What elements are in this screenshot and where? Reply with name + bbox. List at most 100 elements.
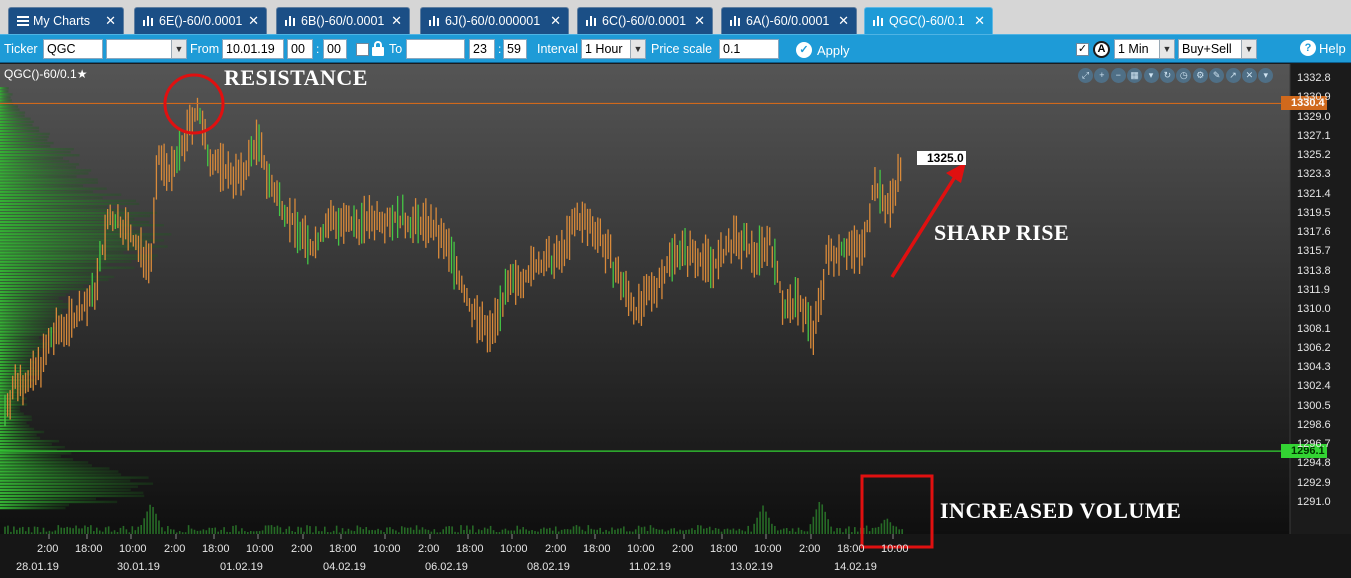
profile-bar [0, 446, 65, 449]
to-minute-input[interactable] [503, 39, 527, 59]
from-minute-input[interactable] [323, 39, 347, 59]
profile-bar [0, 157, 64, 160]
tab-6a[interactable]: 6A()-60/0.0001 ✕ [721, 7, 857, 34]
tab-my-charts[interactable]: My Charts ✕ [8, 7, 124, 34]
volume-bar [104, 527, 107, 534]
volume-bar [708, 526, 711, 534]
tab-qgc[interactable]: QGC()-60/0.1 ✕ [864, 7, 993, 34]
volume-bar [628, 531, 631, 534]
volume-bar [688, 529, 690, 534]
volume-bar [851, 532, 853, 534]
volume-bar [525, 529, 527, 534]
auto-checkbox[interactable]: ✓ [1076, 43, 1089, 56]
tab-6j[interactable]: 6J()-60/0.000001 ✕ [420, 7, 569, 34]
profile-bar [0, 345, 47, 349]
volume-bar [747, 525, 750, 534]
close-icon[interactable]: ✕ [974, 13, 985, 29]
price-scale-input[interactable] [719, 39, 779, 59]
profile-bar [0, 296, 59, 300]
favorite-star-icon[interactable]: ★ [77, 67, 88, 81]
volume-bar [205, 530, 208, 534]
volume-bar [658, 529, 661, 534]
x-date: 30.01.19 [117, 561, 160, 573]
side-dropdown[interactable]: Buy+Sell ▼ [1178, 39, 1257, 59]
profile-bar [0, 366, 35, 370]
close-icon[interactable]: ✕ [694, 13, 705, 29]
expand-icon[interactable]: ↗ [1225, 68, 1241, 83]
close-icon[interactable]: ✕ [248, 13, 259, 29]
profile-bar [0, 442, 52, 446]
interval-dropdown[interactable]: 1 Hour ▼ [581, 39, 646, 59]
volume-bar [249, 530, 252, 534]
volume-bar [560, 529, 563, 534]
gear-icon[interactable]: ⚙ [1192, 68, 1208, 83]
y-tick: 1291.0 [1297, 495, 1331, 508]
chevron-down-icon[interactable]: ▾ [1258, 68, 1274, 83]
tab-label: 6E()-60/0.0001 [159, 14, 243, 28]
to-hour-input[interactable] [469, 39, 495, 59]
volume-bar [566, 529, 569, 534]
volume-bar [42, 527, 45, 534]
volume-bar [883, 519, 886, 534]
profile-bar [0, 464, 92, 467]
from-date-input[interactable] [222, 39, 284, 59]
close-icon[interactable]: ✕ [550, 13, 561, 29]
y-tick: 1302.4 [1297, 380, 1331, 393]
y-tick: 1298.6 [1297, 418, 1331, 431]
to-date-input[interactable] [406, 39, 465, 59]
lock-icon[interactable] [372, 41, 384, 57]
close-icon[interactable]: ✕ [105, 13, 116, 29]
volume-bar [691, 528, 693, 534]
volume-bar [294, 531, 296, 534]
volume-bar [483, 527, 486, 534]
volume-bar [652, 527, 655, 534]
clock-icon[interactable]: ◷ [1176, 68, 1192, 83]
volume-bar [146, 511, 148, 534]
zoom-in-icon[interactable]: + [1094, 68, 1110, 83]
timeframe-dropdown[interactable]: 1 Min ▼ [1114, 39, 1175, 59]
volume-bar [321, 531, 323, 534]
profile-bar [0, 503, 70, 507]
auto-scale-icon[interactable]: A [1093, 41, 1110, 58]
close-icon[interactable]: ✕ [1241, 68, 1257, 83]
from-hour-input[interactable] [287, 39, 313, 59]
volume-bar [590, 528, 593, 534]
tab-6e[interactable]: 6E()-60/0.0001 ✕ [134, 7, 267, 34]
refresh-icon[interactable]: ↻ [1159, 68, 1175, 83]
profile-bar [0, 205, 107, 209]
profile-bar [0, 324, 54, 327]
chart-area[interactable]: QGC()-60/0.1★ ⤢ + − ▦ ▾ ↻ ◷ ⚙ ✎ ↗ ✕ ▾ RE… [0, 64, 1351, 578]
tab-6b[interactable]: 6B()-60/0.0001 ✕ [276, 7, 410, 34]
close-icon[interactable]: ✕ [838, 13, 849, 29]
profile-bar [0, 436, 41, 440]
ticker-input[interactable] [43, 39, 103, 59]
volume-bar [267, 525, 270, 534]
close-icon[interactable]: ✕ [391, 13, 402, 29]
to-enable-checkbox[interactable] [356, 43, 369, 56]
help-button[interactable]: ? Help [1300, 40, 1346, 56]
volume-bar [824, 511, 826, 534]
volume-bar [356, 525, 359, 534]
profile-bar [0, 339, 43, 342]
volume-bar [261, 530, 264, 534]
volume-bar [750, 531, 752, 534]
grid-icon[interactable]: ▦ [1127, 68, 1143, 83]
volume-bar [779, 529, 782, 534]
chevron-down-icon: ▼ [630, 40, 645, 58]
volume-bar [886, 518, 889, 534]
volume-bar [557, 531, 560, 534]
chevron-down-icon: ▼ [1159, 40, 1174, 58]
zoom-out-icon[interactable]: − [1110, 68, 1126, 83]
y-tick: 1327.1 [1297, 129, 1331, 142]
zoom-fit-icon[interactable]: ⤢ [1078, 68, 1093, 83]
pencil-icon[interactable]: ✎ [1209, 68, 1225, 83]
profile-bar [0, 482, 154, 485]
ticker-dropdown[interactable]: ▼ [106, 39, 187, 59]
volume-bar [782, 528, 785, 534]
profile-bar [0, 230, 141, 233]
volume-bar [492, 530, 495, 534]
tab-6c[interactable]: 6C()-60/0.0001 ✕ [577, 7, 713, 34]
profile-bar [0, 318, 57, 321]
chevron-down-icon[interactable]: ▾ [1143, 68, 1159, 83]
apply-button[interactable]: ✓ Apply [796, 40, 850, 60]
